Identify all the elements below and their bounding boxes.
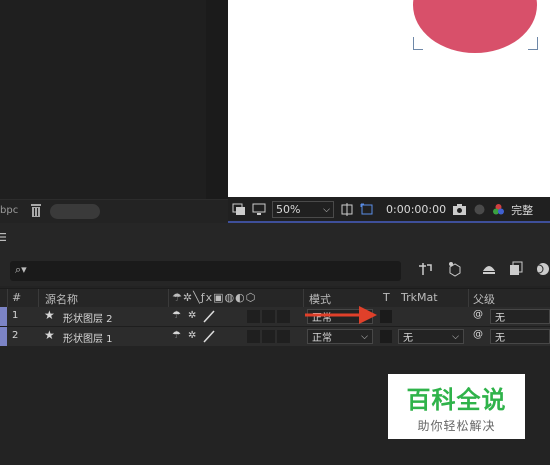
chevron-down-icon: ⌵ <box>361 331 368 342</box>
horizontal-scrollbar[interactable] <box>50 204 100 219</box>
panel-menu-icon[interactable] <box>0 233 6 241</box>
col-trkmat[interactable]: TrkMat <box>401 291 438 304</box>
resolution-icon[interactable] <box>340 203 354 216</box>
layer-number: 2 <box>12 330 19 341</box>
parent-dropdown[interactable]: 无 <box>490 329 550 344</box>
quality-switch-icon[interactable] <box>203 330 215 343</box>
trash-icon[interactable] <box>29 203 43 218</box>
shape-circle[interactable] <box>413 0 537 53</box>
switches-icons: ☂✲╲ƒx▣◍◐⬡ <box>172 291 257 304</box>
comp-marker-icon[interactable] <box>417 261 433 277</box>
col-parent[interactable]: 父级 <box>473 291 495 307</box>
switch-slot[interactable] <box>277 330 290 343</box>
zoom-value: 50% <box>276 203 301 216</box>
pick-whip-icon[interactable]: @ <box>473 329 483 340</box>
show-snapshot-icon[interactable] <box>473 203 486 216</box>
layer-number: 1 <box>12 310 19 321</box>
selection-bracket-right <box>528 37 538 50</box>
layer-label-color[interactable] <box>0 327 7 346</box>
layer-name[interactable]: 形状图层 2 <box>63 310 113 325</box>
switch-slot[interactable] <box>247 310 260 323</box>
timeline-tab-bar <box>0 223 550 253</box>
parent-value: 无 <box>495 313 505 324</box>
layer-name[interactable]: 形状图层 1 <box>63 330 113 345</box>
col-source-name[interactable]: 源名称 <box>45 291 78 307</box>
bit-depth-label[interactable]: bpc <box>0 205 18 216</box>
draft-3d-icon[interactable] <box>447 261 463 277</box>
chevron-down-icon: ⌵ <box>323 204 330 215</box>
collapse-switch-icon[interactable]: ✲ <box>188 310 196 321</box>
mode-value: 正常 <box>312 333 332 344</box>
parent-value: 无 <box>495 333 505 344</box>
search-icon: ⌕▾ <box>15 263 27 276</box>
shy-switch-icon[interactable]: ☂ <box>172 330 181 341</box>
motion-blur-icon[interactable] <box>534 261 550 277</box>
star-icon: ★ <box>44 308 55 322</box>
mode-dropdown[interactable]: 正常 ⌵ <box>307 329 373 344</box>
trkmat-dropdown[interactable]: 无 ⌵ <box>398 329 464 344</box>
chevron-down-icon: ⌵ <box>452 331 459 342</box>
shy-layers-icon[interactable] <box>481 261 497 277</box>
monitor-icon[interactable] <box>252 203 266 216</box>
composition-viewer[interactable] <box>228 0 550 197</box>
project-panel <box>0 0 206 205</box>
search-input[interactable] <box>10 261 401 281</box>
switch-slot[interactable] <box>262 330 275 343</box>
channel-rgb-icon[interactable] <box>492 203 505 216</box>
layer-row[interactable]: 1 ★ 形状图层 2 ☂ ✲ 正常 @ 无 <box>0 307 550 327</box>
camera-icon[interactable] <box>452 203 467 216</box>
switch-slot[interactable] <box>277 310 290 323</box>
panel-divider <box>206 0 228 222</box>
frame-blending-icon[interactable] <box>508 261 524 277</box>
parent-dropdown[interactable]: 无 <box>490 309 550 324</box>
timecode[interactable]: 0:00:00:00 <box>386 203 446 216</box>
watermark-title: 百科全说 <box>406 386 507 414</box>
collapse-switch-icon[interactable]: ✲ <box>188 330 196 341</box>
resolution-quality[interactable]: 完整 <box>511 202 533 218</box>
preserve-transparency-toggle[interactable] <box>380 330 392 343</box>
switch-slot[interactable] <box>262 310 275 323</box>
preserve-transparency-toggle[interactable] <box>380 310 392 323</box>
shy-switch-icon[interactable]: ☂ <box>172 310 181 321</box>
red-arrow-annotation <box>305 306 377 324</box>
col-t: T <box>383 291 390 304</box>
trkmat-value: 无 <box>403 333 413 344</box>
pick-whip-icon[interactable]: @ <box>473 309 483 320</box>
region-of-interest-icon[interactable] <box>360 203 374 216</box>
zoom-dropdown[interactable]: 50% ⌵ <box>272 201 334 218</box>
switch-slot[interactable] <box>247 330 260 343</box>
col-num: # <box>12 291 22 304</box>
watermark: 百科全说 助你轻松解决 <box>388 374 525 439</box>
layer-row[interactable]: 2 ★ 形状图层 1 ☂ ✲ 正常 ⌵ 无 ⌵ @ 无 <box>0 327 550 347</box>
selection-bracket-left <box>413 37 423 50</box>
timeline-column-header: # 源名称 ☂✲╲ƒx▣◍◐⬡ 模式 T TrkMat 父级 <box>0 288 550 308</box>
viewer-toolbar: 50% ⌵ 0:00:00:00 完整 <box>228 197 550 222</box>
watermark-subtitle: 助你轻松解决 <box>417 419 496 433</box>
always-preview-icon[interactable] <box>232 203 246 216</box>
star-icon: ★ <box>44 328 55 342</box>
quality-switch-icon[interactable] <box>203 310 215 323</box>
layer-label-color[interactable] <box>0 307 7 326</box>
